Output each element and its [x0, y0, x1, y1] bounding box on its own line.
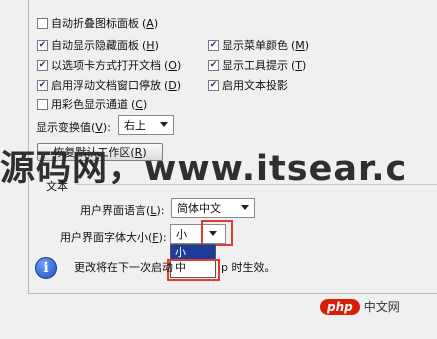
checkbox-box[interactable]: ✔ — [208, 59, 219, 71]
checkbox-show-menu-colors[interactable]: ✔ 显示菜单颜色 (M) — [208, 37, 309, 53]
ui-language-label: 用户界面语言(L): — [80, 204, 165, 217]
checkbox-show-tooltips[interactable]: ✔ 显示工具提示 (T) — [208, 57, 306, 73]
logo-text: 中文网 — [363, 300, 400, 314]
ui-font-size-label: 用户界面字体大小(F): — [60, 231, 167, 244]
checkbox-auto-show-hidden-panels[interactable]: ✔ 自动显示隐藏面板 (H) — [37, 37, 159, 53]
info-text-after: p 时生效。 — [221, 261, 276, 274]
checkbox-enable-text-shadow[interactable]: ✔ 启用文本投影 — [208, 77, 288, 93]
annotation-box-arrow — [201, 220, 233, 246]
dropdown-option-small[interactable]: 小 — [171, 245, 215, 260]
checkbox-box[interactable]: ✔ — [208, 39, 219, 51]
php-logo-pill: php — [320, 298, 360, 315]
checkbox-box[interactable]: ✔ — [37, 79, 48, 91]
info-icon: i — [35, 257, 57, 279]
chevron-down-icon[interactable] — [160, 122, 168, 127]
checkbox-box[interactable]: ✔ — [37, 59, 48, 71]
info-text-before: 更改将在下一次启动 — [74, 261, 173, 274]
checkbox-box[interactable]: ✔ — [208, 79, 219, 91]
php-cn-logo: php 中文网 — [320, 298, 400, 315]
section-divider — [76, 184, 437, 185]
checkbox-box[interactable] — [37, 17, 48, 29]
checkbox-box[interactable]: ✔ — [37, 39, 48, 51]
transform-value-label: 显示变换值(V): — [36, 121, 111, 134]
checkbox-enable-floating-docking[interactable]: ✔ 启用浮动文档窗口停放 (D) — [37, 77, 181, 93]
annotation-box-option — [167, 259, 220, 281]
text-section-title: 文本 — [46, 180, 68, 193]
chevron-down-icon[interactable] — [241, 205, 249, 210]
checkbox-box[interactable] — [37, 98, 48, 110]
transform-value-select[interactable]: 右上 — [118, 115, 174, 135]
checkbox-open-as-tabs[interactable]: ✔ 以选项卡方式打开文档 (O) — [37, 57, 181, 73]
ui-language-select[interactable]: 简体中文 — [171, 198, 255, 218]
checkbox-color-channels[interactable]: 用彩色显示通道 (C) — [37, 96, 147, 112]
checkbox-auto-collapse-panels[interactable]: 自动折叠图标面板 (A) — [37, 15, 158, 31]
